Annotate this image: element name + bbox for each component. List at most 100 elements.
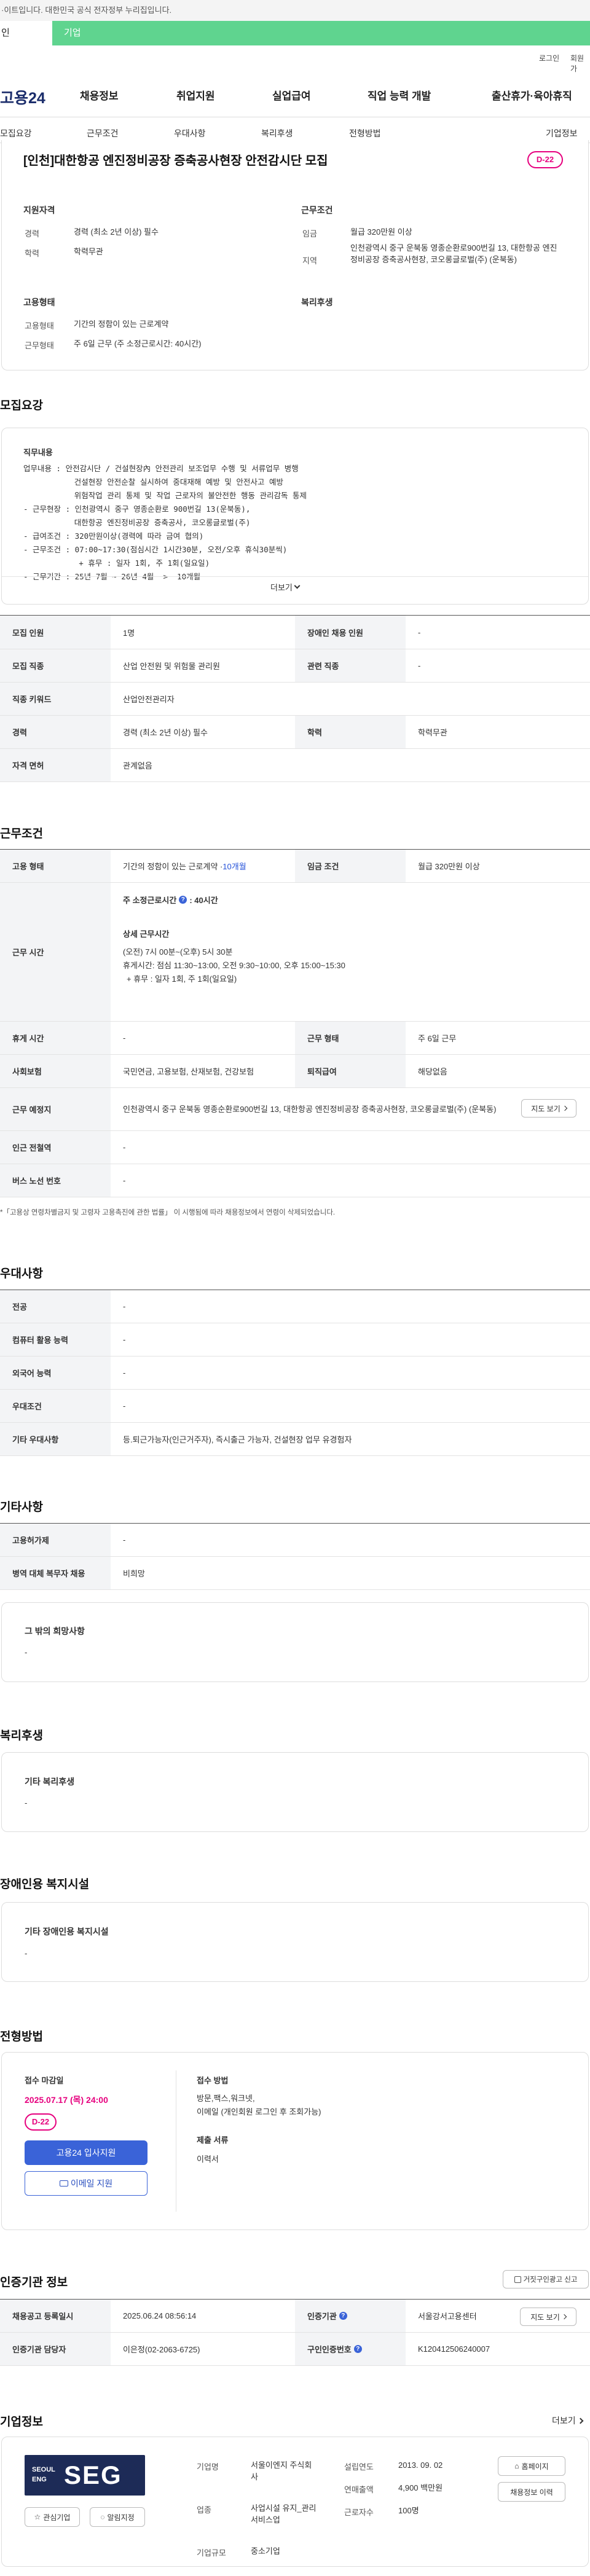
- th-headcount: 모집 인원: [0, 616, 111, 649]
- employees-value: 100명: [398, 2506, 419, 2515]
- td-computer: -: [123, 1335, 126, 1344]
- info-icon[interactable]: ?: [179, 896, 187, 904]
- company-more-label: 더보기: [552, 2416, 576, 2425]
- th-military: 병역 대체 복무자 채용: [0, 1557, 111, 1589]
- chevron-right-icon: [562, 1105, 567, 1111]
- envelope-icon: [59, 2180, 68, 2186]
- th-bus: 버스 노선 번호: [0, 1164, 111, 1197]
- location-value: 인천광역시 중구 운북동 영종순환로900번길 13, 대한항공 엔진정비공장 …: [350, 243, 557, 264]
- duty-text: 업무내용 : 안전감시단 / 건설현장內 안전관리 보조업무 수행 및 서류업무…: [23, 464, 307, 581]
- favorite-button[interactable]: ☆ 관심기업: [25, 2507, 80, 2527]
- th-severance: 퇴직급여: [295, 1055, 406, 1087]
- logo-small-2: ENG: [32, 2476, 47, 2483]
- table-row: 근무 예정지 인천광역시 중구 운북동 영종순환로900번길 13, 대한항공 …: [0, 1088, 590, 1131]
- table-row: 휴게 시간 - 근무 형태 주 6일 근무: [0, 1022, 590, 1055]
- info-icon[interactable]: ?: [339, 2312, 347, 2320]
- tab-individual[interactable]: 인: [0, 21, 52, 45]
- career-value: 경력 (최소 2년 이상) 필수: [74, 227, 159, 237]
- snb-conditions[interactable]: 근무조건: [87, 127, 119, 139]
- th-work-shape: 근무 형태: [295, 1022, 406, 1054]
- login-link[interactable]: 로그인: [539, 53, 559, 63]
- education-label: 학력: [25, 249, 39, 258]
- detail-time-3: + 휴무 : 일자 1회, 주 1회(일요일): [127, 974, 237, 984]
- table-row: 기타 우대사항 등.퇴근가능자(인근거주자), 즉시출근 가능자, 건설현장 업…: [0, 1423, 590, 1456]
- snb-company[interactable]: 기업정보: [546, 127, 578, 139]
- snb-recruit[interactable]: 모집요강: [0, 127, 32, 139]
- td-station: -: [123, 1143, 126, 1152]
- recruit-section-title: 모집요강: [0, 399, 43, 412]
- gnb-vocational-training[interactable]: 직업 능력 개발: [368, 87, 431, 103]
- th-reg-date: 채용공고 등록일시: [0, 2300, 111, 2332]
- agency-section-title: 인증기관 정보: [0, 2276, 68, 2289]
- snb-preference[interactable]: 우대사항: [174, 127, 206, 139]
- table-row: 경력 경력 (최소 2년 이상) 필수 학력 학력무관: [0, 716, 590, 749]
- table-row: 인증기관 담당자 이은정(02-2063-6725) 구인인증번호? K1204…: [0, 2333, 590, 2366]
- disabled-card: [1, 1902, 589, 1982]
- method-heading: 접수 방법: [197, 2076, 229, 2085]
- th-station: 인근 전철역: [0, 1131, 111, 1164]
- job-title: [인천]대한항공 엔진정비공장 증축공사현장 안전감시단 모집: [23, 154, 328, 168]
- homepage-button[interactable]: ⌂ 홈페이지: [498, 2456, 565, 2476]
- gnb-unemployment-benefit[interactable]: 실업급여: [272, 87, 311, 103]
- td-military: 비희망: [123, 1569, 145, 1578]
- map-button[interactable]: 지도 보기: [521, 1099, 576, 1118]
- th-pref-condition: 우대조건: [0, 1390, 111, 1422]
- th-major: 전공: [0, 1290, 111, 1323]
- agency-map-label: 지도 보기: [530, 2312, 560, 2322]
- th-job-category: 모집 직종: [0, 649, 111, 682]
- method-value-1: 방문,팩스,워크넷,: [197, 2094, 255, 2103]
- table-row: 고용허가제 -: [0, 1524, 590, 1557]
- td-career: 경력 (최소 2년 이상) 필수: [123, 728, 208, 737]
- star-icon: ☆: [34, 2513, 41, 2521]
- detail-time-2: 휴게시간: 점심 11:30~13:00, 오전 9:30~10:00, 오후 …: [123, 961, 345, 970]
- td-related-job: -: [418, 661, 421, 670]
- location-label: 지역: [302, 256, 317, 265]
- company-more-link[interactable]: 더보기: [552, 2414, 584, 2427]
- size-label: 기업규모: [197, 2548, 226, 2558]
- gnb-jobs[interactable]: 채용정보: [80, 87, 119, 103]
- welfare-box-value: -: [25, 1798, 28, 1807]
- th-related-job: 관련 직종: [295, 649, 406, 682]
- chevron-down-icon: [294, 582, 301, 589]
- td-headcount: 1명: [123, 628, 135, 638]
- snb-process[interactable]: 전형방법: [349, 127, 381, 139]
- wage-value: 월급 320만원 이상: [350, 227, 412, 237]
- email-apply-button[interactable]: 이메일 지원: [25, 2171, 148, 2196]
- gnb-parental-leave[interactable]: 출산휴가·육아휴직: [492, 87, 572, 103]
- apply-button[interactable]: 고용24 입사지원: [25, 2140, 148, 2165]
- map-button-label: 지도 보기: [531, 1104, 560, 1113]
- td-break: -: [123, 1033, 126, 1043]
- alarm-button[interactable]: ◌ 알림지정: [90, 2507, 145, 2527]
- snb-welfare[interactable]: 복리후생: [261, 127, 293, 139]
- gnb-employment-support[interactable]: 취업지원: [176, 87, 215, 103]
- job-history-button[interactable]: 채용정보 이력: [498, 2482, 565, 2502]
- td-workplace: 인천광역시 중구 운북동 영종순환로900번길 13, 대한항공 엔진정비공장 …: [123, 1104, 497, 1114]
- weekly-hours-label: 주 소정근로시간: [123, 896, 177, 905]
- pref-section-title: 우대사항: [0, 1267, 43, 1280]
- process-section-title: 전형방법: [0, 2030, 43, 2043]
- tab-company[interactable]: 기업: [64, 21, 81, 45]
- th-license: 자격 면허: [0, 749, 111, 781]
- td-manager: 이은정(02-2063-6725): [123, 2345, 200, 2354]
- signup-link[interactable]: 회원가: [570, 53, 590, 74]
- etc-section-title: 기타사항: [0, 1501, 43, 1514]
- workshape-value: 주 6일 근무 (주 소정근로시간: 40시간): [74, 339, 202, 348]
- welfare-box-heading: 기타 복리후생: [25, 1777, 75, 1787]
- agency-map-button[interactable]: 지도 보기: [520, 2308, 576, 2326]
- detail-time-1: (오전) 7시 00분~(오후) 5시 30분: [123, 947, 233, 957]
- table-row: 직종 키워드 산업안전관리자: [0, 683, 590, 716]
- td-language: -: [123, 1368, 126, 1377]
- homepage-label: 홈페이지: [521, 2462, 549, 2471]
- td-license: 관계없음: [123, 761, 152, 770]
- td-wage: 월급 320만원 이상: [418, 862, 480, 871]
- chevron-right-icon: [561, 2314, 567, 2320]
- more-button[interactable]: 더보기: [270, 581, 301, 593]
- info-icon[interactable]: ?: [353, 2345, 362, 2353]
- gov-banner: ·이트입니다. 대한민국 공식 전자정부 누리집입니다.: [0, 0, 590, 21]
- chevron-right-icon: [577, 2417, 584, 2424]
- site-logo[interactable]: 고용24: [0, 86, 45, 108]
- report-button[interactable]: 거짓구인광고 신고: [503, 2270, 589, 2288]
- company-name-label: 기업명: [197, 2462, 219, 2472]
- conditions-heading: 근무조건: [301, 205, 333, 215]
- sales-value: 4,900 백만원: [398, 2483, 443, 2492]
